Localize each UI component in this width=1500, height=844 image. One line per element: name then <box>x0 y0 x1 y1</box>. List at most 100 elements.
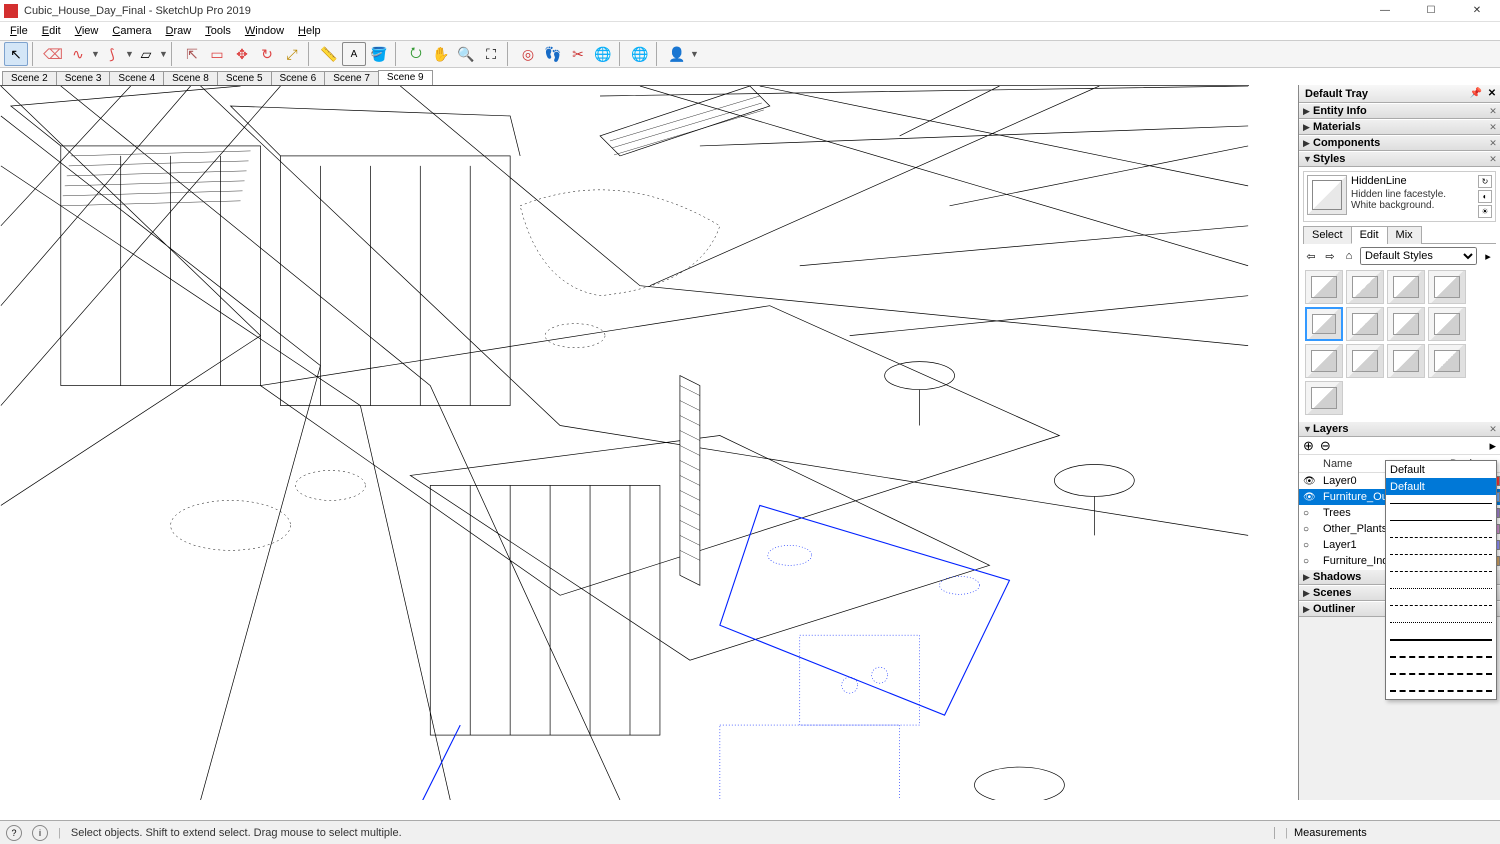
panel-close-icon[interactable]: ✕ <box>1486 138 1500 149</box>
style-thumbnail-item[interactable] <box>1305 381 1343 415</box>
menu-view[interactable]: View <box>69 23 105 39</box>
visibility-icon[interactable]: ○ <box>1303 508 1321 519</box>
info-icon[interactable]: i <box>32 825 48 841</box>
menu-tools[interactable]: Tools <box>199 23 237 39</box>
style-thumbnail-item[interactable] <box>1346 307 1384 341</box>
scene-tab[interactable]: Scene 3 <box>56 71 111 85</box>
nav-fwd-icon[interactable]: ⇨ <box>1322 248 1338 264</box>
tray-pin-icon[interactable]: 📌 <box>1468 88 1484 99</box>
extwarehouse-icon[interactable]: 👣 <box>541 42 565 66</box>
panel-entity-info[interactable]: ▶Entity Info✕ <box>1299 103 1500 119</box>
extensions-icon[interactable]: 🌐 <box>628 42 652 66</box>
tab-mix[interactable]: Mix <box>1387 226 1422 244</box>
rotate-tool-icon[interactable]: ↻ <box>255 42 279 66</box>
dash-option[interactable] <box>1386 682 1496 699</box>
select-tool-icon[interactable]: ↖ <box>4 42 28 66</box>
help-icon[interactable]: ? <box>6 825 22 841</box>
remove-layer-icon[interactable]: ⊖ <box>1320 438 1331 454</box>
dash-option-default[interactable]: Default <box>1386 461 1496 478</box>
nav-back-icon[interactable]: ⇦ <box>1303 248 1319 264</box>
dash-option[interactable] <box>1386 580 1496 597</box>
zoomextents-tool-icon[interactable]: ⛶ <box>479 42 503 66</box>
offset-tool-icon[interactable]: ▭ <box>205 42 229 66</box>
tab-select[interactable]: Select <box>1303 226 1352 244</box>
visibility-icon[interactable]: 👁 <box>1303 476 1321 487</box>
scene-tab[interactable]: Scene 9 <box>378 70 433 85</box>
menu-edit[interactable]: Edit <box>36 23 67 39</box>
text-tool-icon[interactable]: A <box>342 42 366 66</box>
panel-styles[interactable]: ▼Styles✕ <box>1299 151 1500 167</box>
dash-option[interactable] <box>1386 614 1496 631</box>
visibility-icon[interactable]: ○ <box>1303 540 1321 551</box>
style-thumbnail-item[interactable] <box>1387 270 1425 304</box>
visibility-icon[interactable]: ○ <box>1303 556 1321 567</box>
panel-close-icon[interactable]: ✕ <box>1486 122 1500 133</box>
geolocation-icon[interactable]: 🌐 <box>591 42 615 66</box>
menu-window[interactable]: Window <box>239 23 290 39</box>
pushpull-tool-icon[interactable]: ⇱ <box>180 42 204 66</box>
tape-tool-icon[interactable]: 📏 <box>317 42 341 66</box>
style-thumbnail-item[interactable] <box>1305 270 1343 304</box>
style-thumbnail-item[interactable] <box>1305 307 1343 341</box>
scene-tab[interactable]: Scene 6 <box>271 71 326 85</box>
dash-option[interactable] <box>1386 529 1496 546</box>
dash-option[interactable] <box>1386 546 1496 563</box>
move-tool-icon[interactable]: ✥ <box>230 42 254 66</box>
dash-option[interactable] <box>1386 631 1496 648</box>
minimize-button[interactable]: — <box>1362 0 1408 22</box>
style-thumbnail-item[interactable] <box>1305 344 1343 378</box>
visibility-icon[interactable]: ○ <box>1303 524 1321 535</box>
scene-tab[interactable]: Scene 7 <box>324 71 379 85</box>
dash-option[interactable] <box>1386 495 1496 512</box>
dash-option[interactable] <box>1386 512 1496 529</box>
model-viewport[interactable] <box>0 85 1249 800</box>
eraser-tool-icon[interactable]: ⌫ <box>41 42 65 66</box>
line-tool-icon[interactable]: ∿ <box>66 42 90 66</box>
nav-home-icon[interactable]: ⌂ <box>1341 248 1357 264</box>
tray-close-icon[interactable]: ✕ <box>1484 88 1500 99</box>
style-thumbnail[interactable] <box>1307 175 1347 215</box>
scale-tool-icon[interactable]: ⤢ <box>280 42 304 66</box>
style-thumbnail-item[interactable] <box>1346 344 1384 378</box>
style-description[interactable]: Hidden line facestyle. White background. <box>1351 189 1474 211</box>
maximize-button[interactable]: ☐ <box>1408 0 1454 22</box>
panel-close-icon[interactable]: ✕ <box>1486 424 1500 435</box>
shape-tool-icon[interactable]: ▱ <box>134 42 158 66</box>
tray-header[interactable]: Default Tray 📌 ✕ <box>1299 85 1500 103</box>
zoom-tool-icon[interactable]: 🔍 <box>454 42 478 66</box>
style-create-icon[interactable]: ☀ <box>1478 205 1492 218</box>
dash-option[interactable] <box>1386 597 1496 614</box>
scene-tab[interactable]: Scene 8 <box>163 71 218 85</box>
add-layer-icon[interactable]: ⊕ <box>1303 438 1314 454</box>
style-thumbnail-item[interactable] <box>1387 344 1425 378</box>
style-thumbnail-item[interactable] <box>1428 344 1466 378</box>
style-new-icon[interactable]: ◐ <box>1478 190 1492 203</box>
style-name[interactable]: HiddenLine <box>1351 175 1474 187</box>
close-button[interactable]: ✕ <box>1454 0 1500 22</box>
style-update-icon[interactable]: ↻ <box>1478 175 1492 188</box>
menu-draw[interactable]: Draw <box>160 23 198 39</box>
scene-tab[interactable]: Scene 5 <box>217 71 272 85</box>
style-thumbnail-item[interactable] <box>1346 270 1384 304</box>
style-thumbnail-item[interactable] <box>1387 307 1425 341</box>
panel-close-icon[interactable]: ✕ <box>1486 106 1500 117</box>
dashes-dropdown[interactable]: Default Default <box>1385 460 1497 700</box>
user-dropdown-icon[interactable]: ▼ <box>690 49 698 59</box>
arc-dropdown-icon[interactable]: ▼ <box>125 49 133 59</box>
layout-icon[interactable]: ✂ <box>566 42 590 66</box>
layer-details-icon[interactable]: ▸ <box>1489 438 1496 454</box>
line-dropdown-icon[interactable]: ▼ <box>91 49 99 59</box>
visibility-icon[interactable]: 👁 <box>1303 492 1321 503</box>
user-account-icon[interactable]: 👤 <box>665 42 689 66</box>
dash-option[interactable] <box>1386 648 1496 665</box>
menu-camera[interactable]: Camera <box>106 23 157 39</box>
3dwarehouse-icon[interactable]: ◎ <box>516 42 540 66</box>
panel-components[interactable]: ▶Components✕ <box>1299 135 1500 151</box>
details-icon[interactable]: ▸ <box>1480 248 1496 264</box>
dash-option-default-selected[interactable]: Default <box>1386 478 1496 495</box>
tab-edit[interactable]: Edit <box>1351 226 1388 244</box>
menu-file[interactable]: File <box>4 23 34 39</box>
panel-materials[interactable]: ▶Materials✕ <box>1299 119 1500 135</box>
panel-close-icon[interactable]: ✕ <box>1486 154 1500 165</box>
style-thumbnail-item[interactable] <box>1428 270 1466 304</box>
